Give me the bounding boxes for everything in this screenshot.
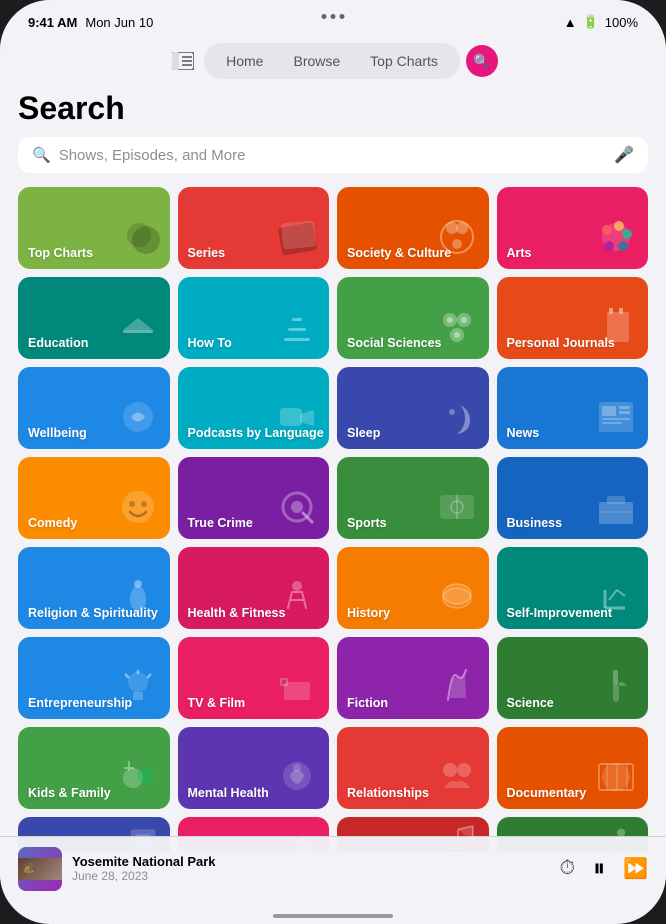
tile-label: True Crime	[188, 516, 253, 531]
top-dots	[322, 14, 345, 19]
tile-label: Business	[507, 516, 563, 531]
tile-history[interactable]: History	[337, 547, 489, 629]
tile-label: Comedy	[28, 516, 77, 531]
tile-label: Sports	[347, 516, 387, 531]
tile-sleep[interactable]: Sleep	[337, 367, 489, 449]
wifi-icon: ▲	[564, 15, 577, 30]
mic-icon[interactable]: 🎤	[614, 145, 634, 165]
nav-search-button[interactable]: 🔍	[466, 45, 498, 77]
player-info: Yosemite National Park June 28, 2023	[72, 854, 549, 883]
tile-business[interactable]: Business	[497, 457, 649, 539]
status-time: 9:41 AM	[28, 15, 77, 30]
tile-label: TV & Film	[188, 696, 246, 711]
tile-label: Kids & Family	[28, 786, 111, 801]
tile-label: Entrepreneurship	[28, 696, 132, 711]
nav-browse[interactable]: Browse	[279, 48, 354, 74]
battery-icon: 🔋	[583, 14, 599, 30]
tile-label: Relationships	[347, 786, 429, 801]
tile-label: Mental Health	[188, 786, 269, 801]
tile-relationships[interactable]: Relationships	[337, 727, 489, 809]
tile-label: Social Sciences	[347, 336, 442, 351]
tile-kids-family[interactable]: Kids & Family	[18, 727, 170, 809]
timer-button[interactable]: ⏱	[559, 857, 575, 880]
player-controls: ⏱ ⏸ ⏩	[559, 855, 648, 883]
search-icon: 🔍	[473, 53, 490, 70]
player-thumbnail: 🏕️	[18, 847, 62, 891]
tile-label: Self-Improvement	[507, 606, 613, 621]
tile-label: Fiction	[347, 696, 388, 711]
tile-label: Personal Journals	[507, 336, 615, 351]
tile-education[interactable]: Education	[18, 277, 170, 359]
status-date: Mon Jun 10	[85, 15, 153, 30]
tile-wellbeing[interactable]: Wellbeing	[18, 367, 170, 449]
tile-label: Arts	[507, 246, 532, 261]
search-input-placeholder[interactable]: Shows, Episodes, and More	[59, 147, 606, 164]
tile-label: Health & Fitness	[188, 606, 286, 621]
main-content: Search 🔍 Shows, Episodes, and More 🎤 Top…	[0, 86, 666, 852]
nav-top-charts[interactable]: Top Charts	[356, 48, 452, 74]
category-grid: Top Charts Series Society & Culture Arts…	[18, 187, 648, 852]
tile-label: Science	[507, 696, 554, 711]
tile-fiction[interactable]: Fiction	[337, 637, 489, 719]
tile-label: Podcasts by Language	[188, 426, 324, 441]
status-bar: 9:41 AM Mon Jun 10 ▲ 🔋 100%	[0, 0, 666, 36]
tile-top-charts[interactable]: Top Charts	[18, 187, 170, 269]
status-icons: ▲ 🔋 100%	[564, 14, 638, 30]
sidebar-toggle[interactable]	[168, 46, 198, 76]
tile-label: Sleep	[347, 426, 380, 441]
tile-news[interactable]: News	[497, 367, 649, 449]
nav-home[interactable]: Home	[212, 48, 277, 74]
battery-level: 100%	[605, 15, 638, 30]
search-bar[interactable]: 🔍 Shows, Episodes, and More 🎤	[18, 137, 648, 173]
tile-label: Top Charts	[28, 246, 93, 261]
tile-label: Religion & Spirituality	[28, 606, 158, 621]
tile-mental-health[interactable]: Mental Health	[178, 727, 330, 809]
tile-science[interactable]: Science	[497, 637, 649, 719]
tile-label: History	[347, 606, 390, 621]
tile-label: Society & Culture	[347, 246, 451, 261]
tile-true-crime[interactable]: True Crime	[178, 457, 330, 539]
bottom-player: 🏕️ Yosemite National Park June 28, 2023 …	[0, 836, 666, 900]
tile-series[interactable]: Series	[178, 187, 330, 269]
tile-label: News	[507, 426, 540, 441]
player-title: Yosemite National Park	[72, 854, 549, 869]
tile-arts[interactable]: Arts	[497, 187, 649, 269]
tile-label: Wellbeing	[28, 426, 87, 441]
tile-label: Education	[28, 336, 88, 351]
search-bar-icon: 🔍	[32, 146, 51, 164]
player-subtitle: June 28, 2023	[72, 869, 549, 883]
tile-self-improvement[interactable]: Self-Improvement	[497, 547, 649, 629]
pause-button[interactable]: ⏸	[593, 855, 605, 883]
tile-tv-film[interactable]: TV & Film	[178, 637, 330, 719]
nav-bar: Home Browse Top Charts 🔍	[0, 36, 666, 86]
tile-label: Documentary	[507, 786, 587, 801]
tile-podcasts-by-language[interactable]: Podcasts by Language	[178, 367, 330, 449]
page-title: Search	[18, 90, 648, 127]
tile-howto[interactable]: How To	[178, 277, 330, 359]
home-indicator	[273, 914, 393, 918]
tile-social-sciences[interactable]: Social Sciences	[337, 277, 489, 359]
tile-religion[interactable]: Religion & Spirituality	[18, 547, 170, 629]
tile-health-fitness[interactable]: Health & Fitness	[178, 547, 330, 629]
tile-sports[interactable]: Sports	[337, 457, 489, 539]
tile-personal-journals[interactable]: Personal Journals	[497, 277, 649, 359]
tile-entrepreneurship[interactable]: Entrepreneurship	[18, 637, 170, 719]
forward-button[interactable]: ⏩	[623, 856, 648, 881]
tile-documentary[interactable]: Documentary	[497, 727, 649, 809]
nav-pill: Home Browse Top Charts	[204, 43, 460, 79]
tile-comedy[interactable]: Comedy	[18, 457, 170, 539]
tile-society[interactable]: Society & Culture	[337, 187, 489, 269]
tile-label: How To	[188, 336, 232, 351]
tile-label: Series	[188, 246, 226, 261]
